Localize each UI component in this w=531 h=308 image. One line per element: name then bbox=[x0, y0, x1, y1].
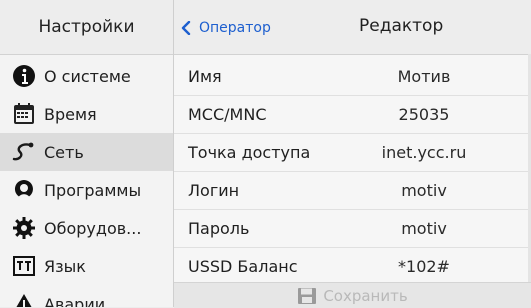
field-row-name[interactable]: Имя Мотив bbox=[174, 57, 531, 96]
editor-panel: Оператор Редактор Имя Мотив MCC/MNC 2503… bbox=[174, 0, 531, 308]
sidebar-item-label: Аварии bbox=[44, 294, 106, 308]
sidebar-item-label: Сеть bbox=[44, 142, 84, 162]
sidebar-title: Настройки bbox=[0, 0, 173, 55]
sidebar-item-alarms[interactable]: Аварии bbox=[0, 285, 173, 307]
field-row-password[interactable]: Пароль motiv bbox=[174, 209, 531, 248]
save-button-label: Сохранить bbox=[323, 286, 408, 305]
save-bar: Сохранить bbox=[174, 282, 531, 308]
field-row-mcc-mnc[interactable]: MCC/MNC 25035 bbox=[174, 95, 531, 134]
sidebar-item-label: Оборудов... bbox=[44, 218, 142, 238]
field-row-login[interactable]: Логин motiv bbox=[174, 171, 531, 210]
sidebar-item-hardware[interactable]: Оборудов... bbox=[0, 209, 173, 247]
field-row-ussd-balance[interactable]: USSD Баланс *102# bbox=[174, 247, 531, 285]
sidebar-item-programs[interactable]: Программы bbox=[0, 171, 173, 209]
field-label: MCC/MNC bbox=[188, 104, 267, 124]
calendar-icon bbox=[14, 103, 34, 124]
field-value[interactable]: motiv bbox=[344, 181, 504, 200]
language-icon bbox=[13, 256, 35, 276]
chevron-left-icon bbox=[181, 21, 191, 35]
field-value[interactable]: *102# bbox=[344, 257, 504, 276]
back-button[interactable]: Оператор bbox=[180, 17, 271, 39]
field-value[interactable]: 25035 bbox=[344, 105, 504, 124]
back-button-label: Оператор bbox=[199, 20, 271, 36]
field-row-apn[interactable]: Точка доступа inet.ycc.ru bbox=[174, 133, 531, 172]
sidebar-item-language[interactable]: Язык bbox=[0, 247, 173, 285]
field-label: Точка доступа bbox=[188, 142, 311, 162]
sidebar-item-label: Язык bbox=[44, 256, 86, 276]
warning-icon bbox=[16, 294, 32, 307]
save-button[interactable]: Сохранить bbox=[297, 286, 408, 305]
sidebar-item-label: О системе bbox=[44, 66, 131, 86]
network-icon bbox=[12, 142, 34, 161]
sidebar-item-network[interactable]: Сеть bbox=[0, 133, 173, 171]
field-label: Имя bbox=[188, 66, 222, 86]
field-value[interactable]: motiv bbox=[344, 219, 504, 238]
field-label: USSD Баланс bbox=[188, 256, 298, 276]
field-value[interactable]: Мотив bbox=[344, 67, 504, 86]
field-label: Пароль bbox=[188, 218, 250, 238]
sidebar-item-about[interactable]: О системе bbox=[0, 57, 173, 95]
sidebar-item-label: Программы bbox=[44, 180, 142, 200]
info-icon bbox=[13, 65, 35, 87]
gear-icon bbox=[13, 217, 35, 239]
editor-header: Оператор Редактор bbox=[174, 0, 531, 55]
settings-window: Настройки О системе Время Сеть Программы… bbox=[0, 0, 531, 308]
save-icon bbox=[298, 287, 317, 304]
sidebar-item-time[interactable]: Время bbox=[0, 95, 173, 133]
sidebar: Настройки О системе Время Сеть Программы… bbox=[0, 0, 174, 307]
programs-icon bbox=[14, 180, 33, 198]
page-title: Редактор bbox=[359, 16, 444, 36]
field-label: Логин bbox=[188, 180, 240, 200]
field-value[interactable]: inet.ycc.ru bbox=[344, 143, 504, 162]
sidebar-item-label: Время bbox=[44, 104, 97, 124]
